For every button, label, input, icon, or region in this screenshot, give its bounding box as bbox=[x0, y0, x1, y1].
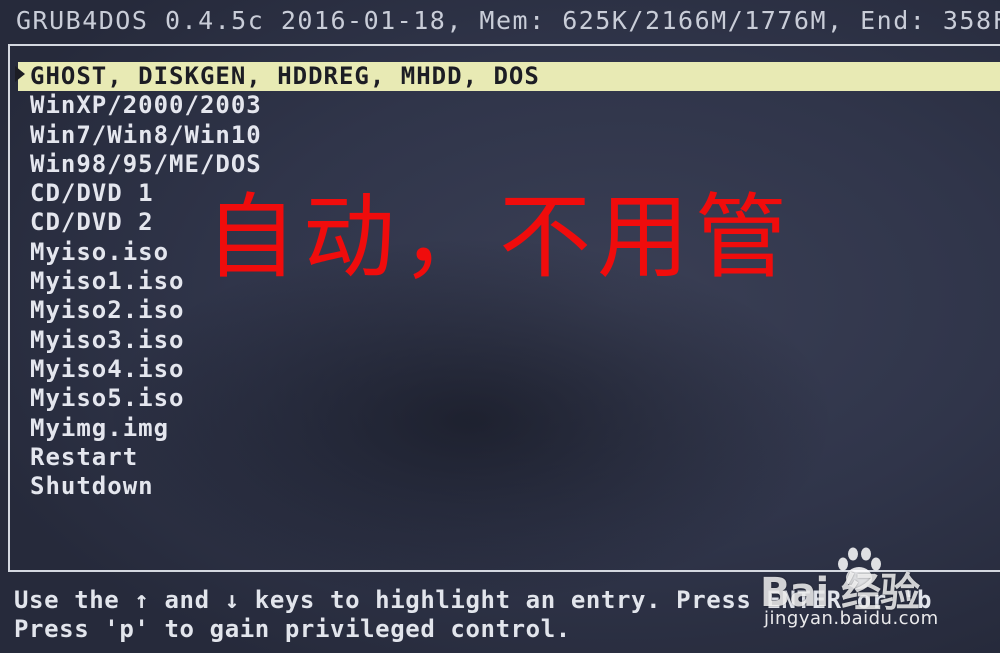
watermark-url: jingyan.baidu.com bbox=[764, 608, 939, 629]
boot-entry-winxp[interactable]: WinXP/2000/2003 bbox=[18, 91, 1000, 120]
grub-status-line: GRUB4DOS 0.4.5c 2016-01-18, Mem: 625K/21… bbox=[16, 6, 1000, 35]
annotation-overlay-text: 自动，不用管 bbox=[205, 184, 794, 291]
grub-boot-screen: GRUB4DOS 0.4.5c 2016-01-18, Mem: 625K/21… bbox=[0, 0, 1000, 653]
boot-entry-myiso4[interactable]: Myiso4.iso bbox=[18, 355, 1000, 384]
boot-entry-restart[interactable]: Restart bbox=[18, 443, 1000, 472]
boot-entry-ghost-tools[interactable]: GHOST, DISKGEN, HDDREG, MHDD, DOS bbox=[15, 62, 1000, 92]
boot-entry-win98[interactable]: Win98/95/ME/DOS bbox=[18, 150, 1000, 179]
boot-entry-myiso3[interactable]: Myiso3.iso bbox=[18, 326, 1000, 355]
boot-entry-myiso2[interactable]: Myiso2.iso bbox=[18, 296, 1000, 325]
boot-entry-shutdown[interactable]: Shutdown bbox=[18, 472, 1000, 501]
boot-entry-myimg[interactable]: Myimg.img bbox=[18, 414, 1000, 443]
boot-entry-myiso5[interactable]: Myiso5.iso bbox=[18, 384, 1000, 413]
boot-entry-win7-8-10[interactable]: Win7/Win8/Win10 bbox=[18, 121, 1000, 150]
baidu-jingyan-watermark: Bai 经验 jingyan.baidu.com bbox=[760, 546, 960, 632]
